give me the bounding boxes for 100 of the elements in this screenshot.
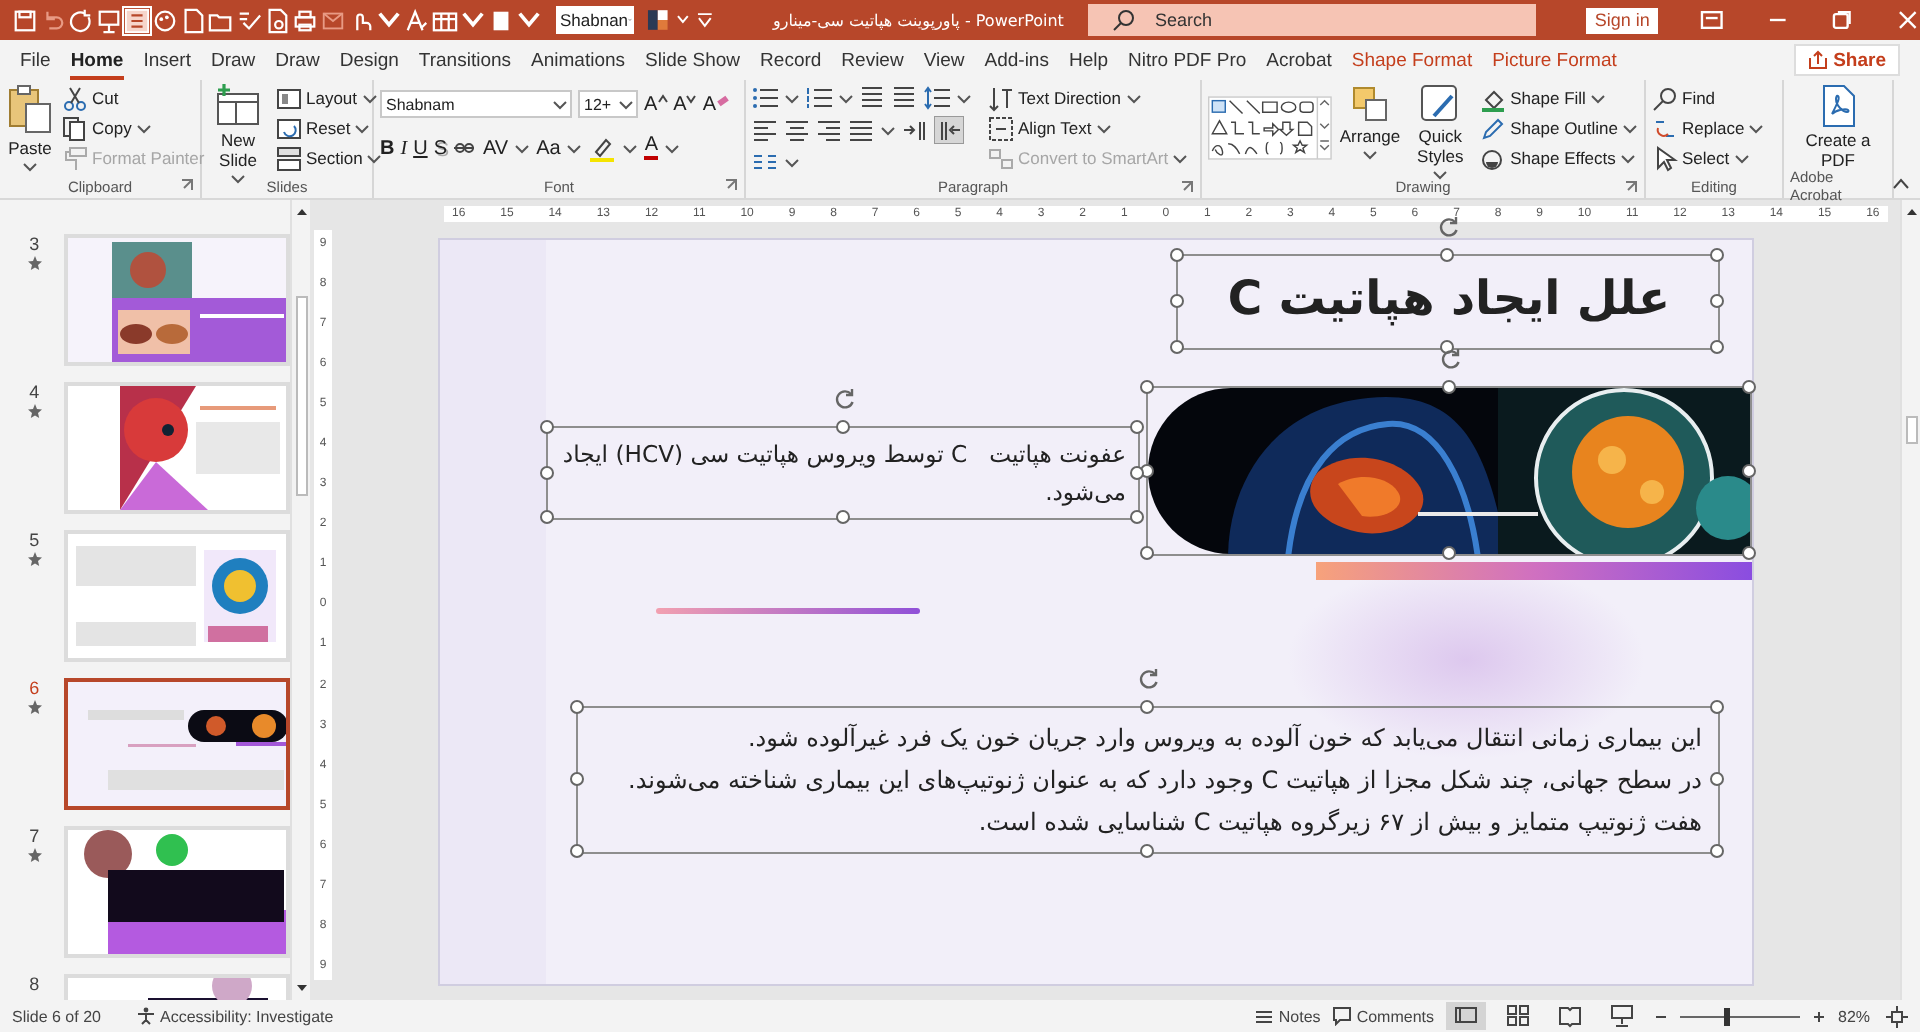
case-button[interactable]: Aa xyxy=(536,137,561,159)
numbering-icon[interactable] xyxy=(806,86,832,110)
scroll-up-icon[interactable] xyxy=(1904,204,1920,220)
resize-handle[interactable] xyxy=(835,420,849,434)
create-pdf-button[interactable]: Create a PDF xyxy=(1790,84,1886,170)
rotate-handle-icon[interactable] xyxy=(1438,216,1460,238)
ribbon-tab[interactable]: Draw xyxy=(275,40,320,80)
resize-handle[interactable] xyxy=(1140,844,1154,858)
align-right-icon[interactable] xyxy=(816,118,842,142)
shrink-font-button[interactable]: A xyxy=(673,93,697,115)
resize-handle[interactable] xyxy=(1710,844,1724,858)
dialog-launcher-icon[interactable] xyxy=(180,178,194,193)
resize-handle[interactable] xyxy=(1170,248,1184,262)
resize-handle[interactable] xyxy=(1742,380,1756,394)
customize-icon[interactable] xyxy=(695,12,713,28)
line-spacing-icon[interactable] xyxy=(924,86,950,110)
underline-button[interactable]: U xyxy=(413,137,428,159)
dialog-launcher-icon[interactable] xyxy=(1624,180,1638,194)
dialog-launcher-icon[interactable] xyxy=(1180,180,1194,194)
right-to-left-icon[interactable] xyxy=(934,116,964,144)
ribbon-button[interactable]: Section xyxy=(276,144,383,172)
document-icon[interactable] xyxy=(488,7,514,33)
normal-view-button[interactable] xyxy=(1446,1002,1486,1030)
resize-handle[interactable] xyxy=(540,420,554,434)
resize-handle[interactable] xyxy=(540,510,554,524)
notes-button[interactable]: Notes xyxy=(1254,1006,1321,1026)
resize-handle[interactable] xyxy=(570,700,584,714)
resize-handle[interactable] xyxy=(1130,510,1144,524)
ribbon-button[interactable]: Text Direction xyxy=(988,84,1189,112)
shadow-button[interactable]: S xyxy=(433,137,447,159)
resize-handle[interactable] xyxy=(1710,294,1724,308)
resize-handle[interactable] xyxy=(570,844,584,858)
presenter-icon[interactable] xyxy=(96,7,122,33)
ribbon-button[interactable]: Align Text xyxy=(988,114,1189,142)
ribbon-tab[interactable]: Review xyxy=(841,40,904,80)
ribbon-tab[interactable]: Slide Show xyxy=(645,40,741,80)
justify-icon[interactable] xyxy=(848,118,874,142)
outline-view-icon[interactable] xyxy=(124,7,150,33)
resize-handle[interactable] xyxy=(1130,420,1144,434)
resize-handle[interactable] xyxy=(570,772,584,786)
bullets-icon[interactable] xyxy=(752,86,778,110)
sign-in-button[interactable]: Sign in xyxy=(1586,7,1658,33)
ribbon-tab[interactable]: Insert xyxy=(143,40,191,80)
resize-handle[interactable] xyxy=(1170,340,1184,354)
ribbon-tab[interactable]: Acrobat xyxy=(1266,40,1332,80)
close-icon[interactable] xyxy=(1896,10,1920,30)
scrollbar-thumb[interactable] xyxy=(296,296,308,496)
zoom-in-icon[interactable] xyxy=(1812,1009,1826,1023)
accessibility-button[interactable]: Accessibility: Investigate xyxy=(136,1006,334,1026)
font-field[interactable]: Shabnan xyxy=(556,6,634,34)
strikethrough-icon[interactable] xyxy=(452,138,477,158)
zoom-slider-thumb[interactable] xyxy=(1723,1007,1730,1025)
ribbon-button[interactable]: Select xyxy=(1652,144,1765,172)
resize-handle[interactable] xyxy=(1140,700,1154,714)
resize-handle[interactable] xyxy=(1710,772,1724,786)
ribbon-button[interactable]: Replace xyxy=(1652,114,1765,142)
align-center-icon[interactable] xyxy=(784,118,810,142)
font-name-field[interactable]: Shabnam xyxy=(380,90,572,118)
printer-icon[interactable] xyxy=(292,7,318,33)
resize-handle[interactable] xyxy=(1710,700,1724,714)
ribbon-tab[interactable]: Record xyxy=(760,40,822,80)
ribbon-tab[interactable]: Help xyxy=(1068,40,1109,80)
left-to-right-icon[interactable] xyxy=(902,118,928,142)
paste-button[interactable]: Paste xyxy=(6,84,54,174)
bold-button[interactable]: B xyxy=(380,137,395,159)
font-style-icon[interactable] xyxy=(404,7,430,33)
resize-handle[interactable] xyxy=(1140,380,1154,394)
new-file-icon[interactable] xyxy=(180,7,206,33)
ribbon-tab[interactable]: Transitions xyxy=(418,40,512,80)
ribbon-tab[interactable]: Animations xyxy=(531,40,626,80)
resize-handle[interactable] xyxy=(1742,546,1756,560)
resize-handle[interactable] xyxy=(1170,294,1184,308)
font-size-field[interactable]: 12+ xyxy=(578,90,638,118)
resize-handle[interactable] xyxy=(540,465,554,479)
fit-to-window-icon[interactable] xyxy=(1886,1005,1908,1027)
search-field[interactable]: Search xyxy=(1087,4,1537,36)
quick-styles-button[interactable]: Quick Styles xyxy=(1408,84,1473,182)
ribbon-button[interactable]: Find xyxy=(1652,84,1765,112)
arrange-button[interactable]: Arrange xyxy=(1339,84,1401,162)
resize-handle[interactable] xyxy=(835,510,849,524)
ribbon-tab[interactable]: Draw xyxy=(210,40,256,80)
scroll-down-icon[interactable] xyxy=(294,980,310,996)
rotate-handle-icon[interactable] xyxy=(1439,348,1461,370)
ribbon-tab[interactable]: Add-ins xyxy=(984,40,1049,80)
restore-icon[interactable] xyxy=(1830,10,1855,30)
ribbon-button[interactable]: Layout xyxy=(276,84,383,112)
comments-button[interactable]: Comments xyxy=(1332,1006,1434,1026)
ribbon-button[interactable]: Shape Fill xyxy=(1480,84,1638,112)
rotate-handle-icon[interactable] xyxy=(1138,668,1160,690)
scrollbar-thumb[interactable] xyxy=(1906,416,1918,444)
ribbon-button[interactable]: Cut xyxy=(62,84,205,112)
resize-handle[interactable] xyxy=(1710,248,1724,262)
grow-font-button[interactable]: A xyxy=(644,93,668,115)
resize-handle[interactable] xyxy=(1710,340,1724,354)
scroll-up-icon[interactable] xyxy=(294,204,310,220)
ribbon-button[interactable]: Shape Effects xyxy=(1480,144,1638,172)
color-scheme-icon[interactable] xyxy=(646,8,670,32)
collapse-ribbon-icon[interactable] xyxy=(1892,176,1910,190)
columns-icon[interactable] xyxy=(752,150,778,174)
dialog-launcher-icon[interactable] xyxy=(724,178,738,193)
